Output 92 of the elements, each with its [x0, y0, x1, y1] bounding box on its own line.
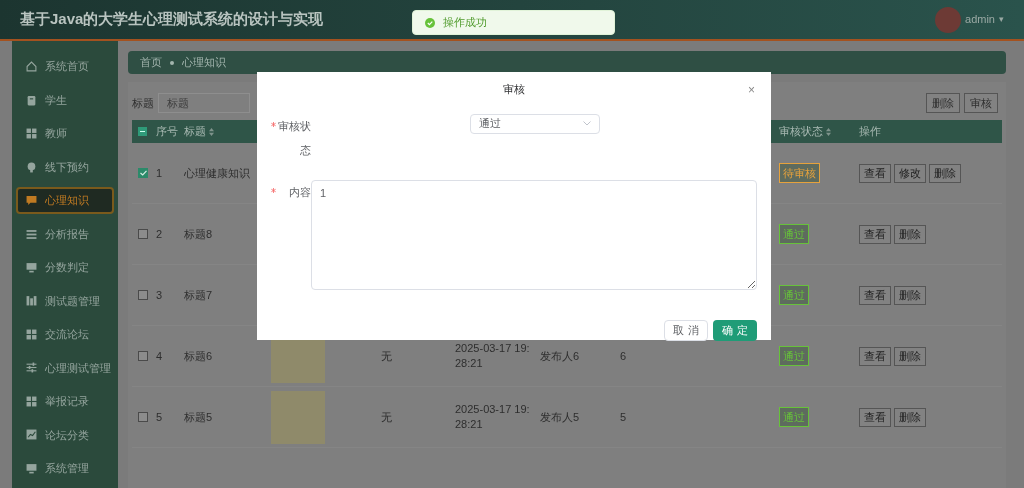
status-tag: 通过	[779, 223, 809, 245]
table-cell-text: 发布人6	[539, 348, 581, 364]
breadcrumb-link[interactable]: 首页	[140, 54, 162, 71]
field-label: 审核状态	[278, 118, 311, 158]
select-all-checkbox[interactable]	[138, 127, 147, 136]
monitor-icon	[26, 462, 37, 474]
table-cell-text: 标题7	[184, 287, 214, 303]
field-label: 内容	[288, 184, 311, 200]
grid-icon	[26, 128, 37, 140]
table-cell-text: 6	[619, 348, 628, 364]
sliders-icon	[26, 362, 37, 374]
status-tag: 通过	[779, 406, 809, 428]
row-action-button[interactable]: 删除	[894, 407, 926, 427]
sidebar-item[interactable]: 心理知识	[16, 186, 114, 215]
row-action-button[interactable]: 查看	[859, 346, 891, 366]
table-cell-text: 5	[619, 409, 628, 425]
table-cell-text: 无	[380, 348, 393, 364]
bulb-icon	[26, 161, 37, 173]
table-cell-text: 4	[156, 348, 164, 364]
row-checkbox[interactable]	[138, 168, 148, 178]
confirm-button[interactable]: 确 定	[713, 319, 757, 341]
row-action-button[interactable]: 删除	[929, 163, 961, 183]
caret-icon[interactable]: ▾	[999, 12, 1004, 27]
sidebar-item[interactable]: 学生	[16, 86, 114, 114]
row-checkbox[interactable]	[138, 290, 148, 300]
table-cell-text: 2025-03-17 19:28:21	[454, 341, 531, 371]
toolbar-button[interactable]: 审核	[964, 93, 998, 113]
home-icon	[26, 61, 37, 73]
sort-icon[interactable]	[826, 127, 831, 136]
row-action-button[interactable]: 删除	[894, 224, 926, 244]
status-tag: 通过	[779, 345, 809, 367]
column-header: 序号	[156, 124, 179, 140]
table-cell-text: 标题6	[184, 348, 214, 364]
status-select[interactable]: 通过	[470, 113, 600, 134]
table-cell-text: 2	[156, 226, 164, 242]
row-action-button[interactable]: 修改	[894, 163, 926, 183]
sidebar-item[interactable]: 交流论坛	[16, 320, 114, 349]
line-chart-icon	[26, 429, 37, 441]
sidebar-item[interactable]: 测试题管理	[16, 287, 114, 315]
table-cell-text: 2025-03-17 19:28:21	[454, 402, 531, 432]
column-header[interactable]: 标题	[184, 123, 269, 140]
app-title: 基于Java的大学生心理测试系统的设计与实现	[20, 9, 324, 30]
sidebar-item[interactable]: 教师	[16, 119, 114, 148]
cancel-button[interactable]: 取 消	[664, 319, 708, 341]
toast-message: 操作成功	[443, 15, 487, 31]
status-tag: 通过	[779, 284, 809, 306]
column-header[interactable]: 审核状态	[779, 123, 859, 140]
table-cell-text: 3	[156, 287, 164, 303]
close-button[interactable]: ×	[748, 81, 755, 99]
row-checkbox[interactable]	[138, 351, 148, 361]
sidebar-item[interactable]: 分析报告	[16, 220, 114, 248]
grid-icon	[26, 328, 37, 340]
sidebar-item[interactable]: 举报记录	[16, 387, 114, 416]
status-tag: 待审核	[779, 162, 820, 184]
row-action-button[interactable]: 查看	[859, 224, 891, 244]
sidebar-item[interactable]: 线下预约	[16, 153, 114, 181]
row-action-button[interactable]: 删除	[894, 346, 926, 366]
chevron-down-icon	[583, 121, 591, 126]
grid-icon	[26, 395, 37, 407]
chat-icon	[26, 195, 37, 207]
sidebar-item[interactable]: 心理测试管理	[16, 354, 114, 382]
check-circle-icon	[425, 17, 435, 28]
sidebar-item[interactable]: 系统首页	[16, 53, 114, 81]
row-action-button[interactable]: 查看	[859, 285, 891, 305]
checkmark-icon	[139, 170, 147, 176]
column-header: 操作	[859, 124, 882, 140]
list-icon	[26, 228, 37, 240]
row-checkbox[interactable]	[138, 229, 148, 239]
table-cell-text: 1	[156, 165, 164, 181]
sort-icon[interactable]	[209, 127, 214, 136]
row-action-button[interactable]: 查看	[859, 163, 891, 183]
table-cell-text: 无	[380, 409, 393, 425]
table-cell-text: 标题5	[184, 409, 214, 425]
username[interactable]: admin	[965, 11, 995, 28]
toolbar-button[interactable]: 删除	[926, 93, 960, 113]
bar-chart-icon	[26, 295, 37, 307]
dialog-title: 审核	[503, 82, 525, 97]
search-label: 标题	[132, 95, 154, 111]
content-textarea[interactable]: 1	[311, 179, 757, 290]
table-cell-text: 心理健康知识	[184, 165, 251, 181]
table-cell-text: 5	[156, 409, 164, 425]
row-action-button[interactable]: 查看	[859, 407, 891, 427]
row-checkbox[interactable]	[138, 412, 148, 422]
sidebar-item[interactable]: 分数判定	[16, 253, 114, 282]
sidebar-item[interactable]: 系统管理	[16, 454, 114, 482]
breadcrumb-link[interactable]: 心理知识	[182, 54, 226, 71]
table-cell-text: 发布人5	[539, 409, 581, 425]
sidebar-item[interactable]: 论坛分类	[16, 421, 114, 449]
clipboard-icon	[26, 94, 37, 106]
table-cell-text: 标题8	[184, 226, 214, 242]
monitor-icon	[26, 262, 37, 273]
row-action-button[interactable]: 删除	[894, 285, 926, 305]
